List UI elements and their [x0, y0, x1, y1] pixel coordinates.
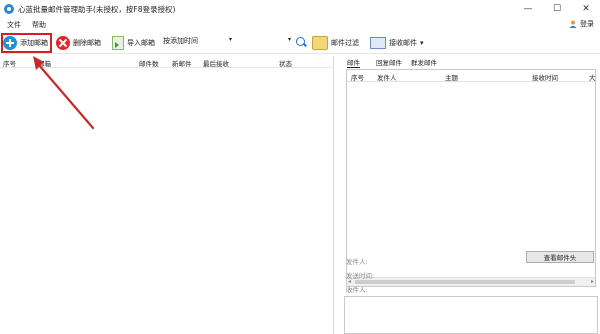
window-title: 心蓝批量邮件管理助手(未授权，按F8登录授权): [18, 5, 176, 14]
title-bar: 心蓝批量邮件管理助手(未授权，按F8登录授权) — ☐ ✕: [0, 0, 600, 18]
receive-mail-label: 接收邮件: [389, 39, 417, 47]
send-time-label: 发送时间:: [346, 272, 375, 280]
mail-tabs: 邮件 回复邮件 群发邮件: [342, 56, 600, 68]
sort-dropdown-label: 按添加时间: [163, 37, 198, 45]
column-header-size[interactable]: 大: [589, 72, 596, 82]
login-button[interactable]: 登录: [569, 19, 594, 29]
user-icon: [569, 20, 577, 28]
app-logo-icon: [4, 4, 14, 14]
column-header-subject[interactable]: 主题: [445, 72, 458, 82]
mail-panel: 邮件 回复邮件 群发邮件 序号 发件人 主题 接收时间 大 ◂ ▸: [342, 56, 600, 334]
import-icon: [112, 36, 124, 50]
minimize-button[interactable]: —: [514, 0, 542, 18]
mail-preview-area[interactable]: [344, 296, 598, 334]
scrollbar-thumb[interactable]: [355, 280, 575, 284]
chevron-down-icon: ▾: [420, 39, 424, 47]
chevron-down-icon: ▾: [288, 36, 292, 43]
delete-mailbox-button[interactable]: 删除邮箱: [56, 34, 101, 52]
column-header-status[interactable]: 状态: [279, 58, 292, 68]
highlight-box: [1, 33, 52, 53]
menu-bar: 文件 帮助: [0, 18, 600, 32]
folder-filter-icon: [312, 36, 328, 50]
maximize-button[interactable]: ☐: [543, 0, 571, 18]
tab-mail[interactable]: 邮件: [347, 57, 360, 68]
column-header-index[interactable]: 序号: [3, 58, 16, 68]
close-button[interactable]: ✕: [572, 0, 600, 18]
chevron-down-icon: ▾: [229, 36, 233, 43]
mail-table-header: 序号 发件人 主题 接收时间 大: [347, 70, 596, 82]
column-header-last-received[interactable]: 最后接收: [203, 58, 229, 68]
receive-mail-button[interactable]: 接收邮件 ▾: [370, 34, 424, 52]
menu-file[interactable]: 文件: [7, 20, 21, 30]
delete-mailbox-label: 删除邮箱: [73, 39, 101, 47]
import-mailbox-label: 导入邮箱: [127, 39, 155, 47]
mail-filter-label: 邮件过滤: [331, 39, 359, 47]
column-header-mailbox[interactable]: 邮箱: [38, 58, 51, 68]
column-header-mail-count[interactable]: 邮件数: [139, 58, 159, 68]
scroll-right-icon[interactable]: ▸: [591, 278, 594, 285]
column-header-index[interactable]: 序号: [351, 72, 364, 82]
horizontal-scrollbar[interactable]: ◂ ▸: [347, 277, 595, 286]
tab-reply-mail[interactable]: 回复邮件: [376, 57, 402, 67]
login-label: 登录: [580, 20, 594, 28]
delete-icon: [56, 36, 70, 50]
mailbox-table-header: 序号 邮箱 邮件数 新邮件 最后接收 状态: [0, 56, 334, 68]
sort-dropdown[interactable]: 按添加时间 ▾ ▾: [163, 36, 303, 50]
search-icon[interactable]: [296, 37, 305, 46]
mailbox-list-panel: 序号 邮箱 邮件数 新邮件 最后接收 状态: [0, 56, 334, 334]
sender-label: 发件人:: [346, 258, 368, 266]
column-header-new-mail[interactable]: 新邮件: [172, 58, 192, 68]
tab-bulk-mail[interactable]: 群发邮件: [411, 57, 437, 67]
receive-mail-icon: [370, 37, 386, 49]
column-header-sender[interactable]: 发件人: [377, 72, 397, 82]
view-mail-header-button[interactable]: 查看邮件头: [526, 251, 594, 263]
menu-help[interactable]: 帮助: [32, 20, 46, 30]
mail-filter-button[interactable]: 邮件过滤: [312, 34, 359, 52]
recipient-label: 收件人:: [346, 286, 368, 294]
column-header-received-time[interactable]: 接收时间: [532, 72, 558, 82]
import-mailbox-button[interactable]: 导入邮箱: [112, 34, 155, 52]
